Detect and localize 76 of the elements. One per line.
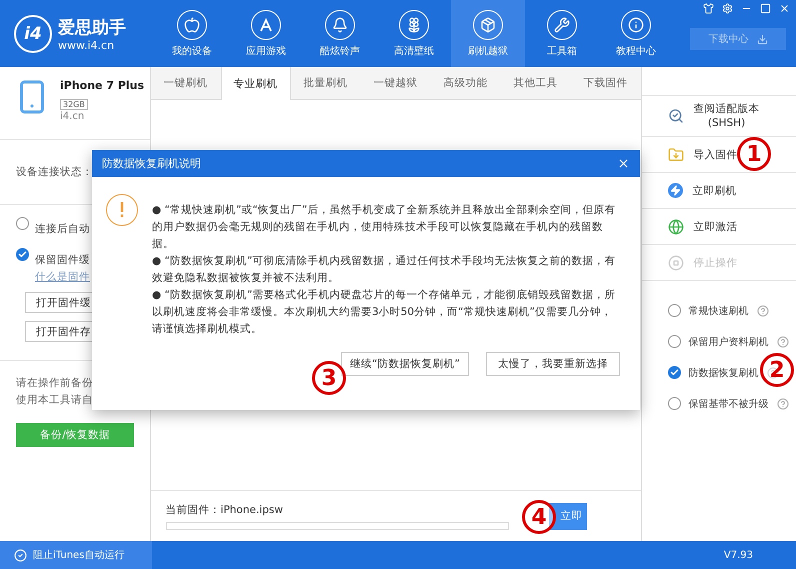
search-icon [668, 108, 684, 124]
backup-restore-button[interactable]: 备份/恢复数据 [16, 423, 134, 447]
app-name: 爱思助手 [58, 16, 126, 38]
radio-button[interactable] [668, 304, 681, 317]
tab[interactable]: 下载固件 [570, 67, 641, 99]
step-number: 4 [522, 500, 556, 534]
radio-button[interactable] [668, 366, 681, 379]
nav-item[interactable]: 高清壁纸 [377, 0, 451, 67]
logo: i4 [14, 14, 52, 52]
check-circle-icon[interactable] [14, 548, 27, 562]
option-label: 保留固件缓 [35, 254, 90, 266]
nav-item[interactable]: 刷机越狱 [451, 0, 525, 67]
tab[interactable]: 其他工具 [500, 67, 571, 99]
action-item[interactable]: 查阅适配版本 (SHSH) [642, 95, 796, 137]
dialog-paragraph: ● “防数据恢复刷机”需要格式化手机内硬盘芯片的每一个存储单元，才能彻底销毁残留数据，所以刷机速度将会非常缓慢。本次刷机大约需要3小时50分钟，而“常规快速刷机”仅需要几分钟，请谨慎选择刷机模式。 [152, 288, 616, 337]
lightning-icon [668, 183, 683, 198]
tab[interactable]: 高级功能 [430, 67, 501, 99]
folder-download-icon [668, 146, 684, 162]
shirt-icon[interactable] [703, 3, 714, 14]
box-icon [480, 16, 496, 32]
maximize-icon[interactable] [760, 3, 771, 14]
mode-label: 常规快速刷机 [688, 304, 749, 318]
nav-item[interactable]: 教程中心 [599, 0, 673, 67]
checkbox[interactable] [16, 248, 29, 261]
help-icon[interactable] [756, 304, 769, 316]
nav-item[interactable]: 我的设备 [155, 0, 229, 67]
apple-icon [184, 16, 200, 32]
current-firmware-label: 当前固件：iPhone.ipsw [166, 502, 284, 516]
tab[interactable]: 一键越狱 [360, 67, 431, 99]
tab[interactable]: 专业刷机 [220, 67, 291, 100]
capacity-tag: 32GB [60, 99, 88, 110]
close-icon[interactable] [779, 3, 790, 14]
flower-icon [406, 16, 422, 32]
version-text: V7.93 [724, 550, 753, 560]
globe-icon [668, 218, 684, 234]
nav-item[interactable]: 酷炫铃声 [303, 0, 377, 67]
device-source: i4.cn [60, 111, 86, 122]
flash-button[interactable]: 立即 [548, 502, 587, 530]
app-store-icon [258, 16, 274, 32]
continue-button[interactable]: 继续“防数据恢复刷机” [341, 352, 469, 376]
tools-icon [554, 16, 570, 32]
checkbox[interactable] [16, 217, 29, 230]
download-icon [756, 34, 768, 44]
nav-item[interactable]: 应用游戏 [229, 0, 303, 67]
radio-button[interactable] [668, 335, 681, 348]
tab[interactable]: 一键刷机 [150, 67, 221, 99]
notice-text: 使用本工具请自 [16, 393, 94, 408]
info-icon [628, 16, 644, 32]
step-number: 2 [760, 353, 794, 387]
action-item[interactable]: 立即刷机 [642, 173, 796, 209]
dialog-paragraph: ● “常规快速刷机”或“恢复出厂”后，虽然手机变成了全新系统并且释放出全部剩余空间，但原有的用户数据仍会毫无规则的残留在手机内，使用特殊技术手段可以恢复隐藏在手机内的残留数据。 [152, 203, 616, 252]
app-url: www.i4.cn [58, 38, 116, 52]
close-icon[interactable] [617, 157, 630, 170]
check-icon [18, 250, 27, 259]
help-link[interactable]: 什么是固件 [35, 270, 90, 284]
help-icon[interactable] [776, 336, 789, 348]
bell-icon [332, 16, 348, 32]
action-item[interactable]: 立即激活 [642, 209, 796, 245]
warning-icon [106, 194, 138, 226]
reselect-button[interactable]: 太慢了，我要重新选择 [486, 352, 620, 376]
mode-label: 防数据恢复刷机 [688, 366, 759, 380]
stop-icon [668, 254, 684, 270]
mode-label: 保留用户资料刷机 [688, 336, 769, 348]
help-icon[interactable] [776, 398, 789, 410]
option-label: 连接后自动 [35, 223, 90, 235]
dialog-paragraph: ● “防数据恢复刷机”可彻底清除手机内残留数据，通过任何技术手段均无法恢复之前的数据，有效避免隐私数据被恢复并被不法利用。 [152, 254, 616, 286]
step-number: 3 [312, 361, 346, 395]
radio-button[interactable] [668, 397, 681, 410]
nav-item[interactable]: 工具箱 [525, 0, 599, 67]
check-icon [670, 368, 679, 377]
tab[interactable]: 批量刷机 [290, 67, 361, 99]
mode-label: 保留基带不被升级 [688, 398, 769, 410]
notice-text: 请在操作前备份 [16, 376, 94, 391]
settings-icon[interactable] [722, 3, 733, 14]
step-number: 1 [737, 137, 771, 171]
device-name: iPhone 7 Plus [60, 79, 144, 92]
